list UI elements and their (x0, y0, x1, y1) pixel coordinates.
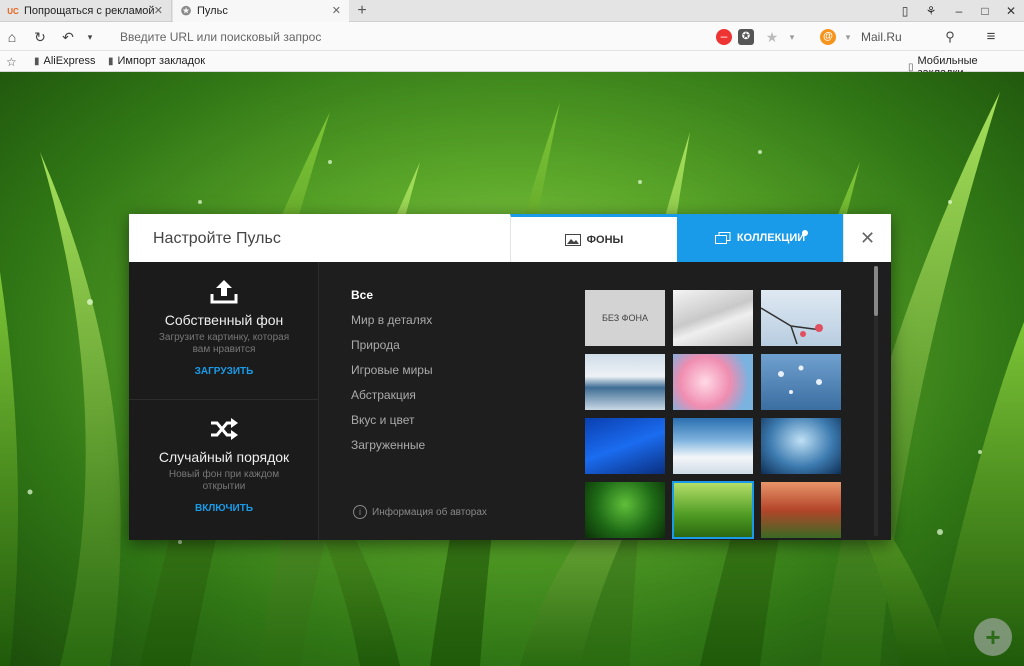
bookmark-import[interactable]: ▮ Импорт закладок (108, 55, 205, 67)
upload-icon (210, 280, 238, 304)
star-icon: ✪ (180, 4, 192, 18)
thumb-grass[interactable] (672, 481, 754, 539)
minimize-button[interactable]: – (950, 2, 968, 20)
tab-puls[interactable]: ✪ Пульс ✕ (173, 0, 349, 22)
chevron-down-icon[interactable]: ▾ (80, 27, 100, 47)
thumb-mountains[interactable] (585, 354, 665, 410)
left-panel: Собственный фон Загрузите картинку, кото… (129, 262, 319, 540)
home-icon[interactable]: ⌂ (2, 27, 22, 47)
info-icon: i (353, 505, 367, 519)
close-icon[interactable]: ✕ (154, 4, 163, 17)
extension-icon[interactable]: ⚘ (922, 2, 940, 20)
own-background-title: Собственный фон (164, 312, 284, 328)
category-item[interactable]: Абстракция (351, 388, 433, 413)
search-engine-icon[interactable]: @ (820, 29, 836, 45)
thumb-sakura[interactable] (673, 354, 753, 410)
branch-art (761, 307, 823, 345)
thumb-sunset-forest[interactable] (761, 482, 841, 538)
thumb-white-waves[interactable] (673, 290, 753, 346)
close-button[interactable]: ✕ (843, 214, 891, 262)
phone-icon: ▯ (908, 61, 914, 73)
tab-label: КОЛЛЕКЦИИ (736, 232, 806, 244)
thumb-no-background[interactable]: БЕЗ ФОНА (585, 290, 665, 346)
category-item[interactable]: Вкус и цвет (351, 413, 433, 438)
thumb-petals[interactable] (761, 354, 841, 410)
close-icon[interactable]: ✕ (332, 4, 341, 17)
bookmark-aliexpress[interactable]: ▮ AliExpress (34, 55, 95, 67)
upload-link[interactable]: ЗАГРУЗИТЬ (129, 366, 319, 377)
adblock-icon[interactable]: – (716, 29, 732, 45)
menu-icon[interactable]: ≡ (981, 27, 1001, 47)
category-item[interactable]: Загруженные (351, 438, 433, 463)
bookmark-label: Импорт закладок (117, 55, 206, 67)
chevron-down-icon[interactable]: ▾ (840, 29, 856, 45)
thumb-snowy-branch[interactable] (761, 290, 841, 346)
dialog-title: Настройте Пульс (153, 230, 281, 247)
puls-settings-dialog: Настройте Пульс ФОНЫ КОЛЛЕКЦИИ ✕ Собстве… (129, 214, 891, 540)
tab-title: Пульс (197, 5, 228, 17)
puls-icon[interactable]: ✪ (738, 29, 754, 45)
own-background-description: Загрузите картинку, которая вам нравится (158, 332, 290, 355)
thumb-blue-abstract[interactable] (585, 418, 665, 474)
thumb-snow-slope[interactable] (673, 418, 753, 474)
image-icon (564, 233, 581, 246)
uc-icon: UC (7, 6, 19, 16)
tab-bar: UC Попрощаться с рекламой ✕ ✪ Пульс ✕ + … (0, 0, 1024, 22)
scrollbar-thumb[interactable] (874, 266, 878, 316)
thumb-clover[interactable] (585, 482, 665, 538)
chevron-down-icon[interactable]: ▾ (784, 29, 800, 45)
url-input[interactable] (120, 27, 700, 47)
random-order-title: Случайный порядок (158, 449, 290, 465)
page-icon: ▮ (34, 55, 40, 67)
page-icon: ▮ (108, 55, 114, 67)
category-item[interactable]: Игровые миры (351, 363, 433, 388)
new-tab-button[interactable]: + (353, 2, 371, 20)
address-bar: ⌂ ↻ ↶ ▾ – ✪ ★ ▾ @ ▾ Mail.Ru ⚲ ≡ (0, 22, 1024, 51)
category-item[interactable]: Мир в деталях (351, 313, 433, 338)
random-order-block: Случайный порядок Новый фон при каждом о… (129, 401, 319, 540)
back-icon[interactable]: ↶ (58, 27, 78, 47)
tab-backgrounds[interactable]: ФОНЫ (510, 214, 677, 262)
tablet-mode-icon[interactable]: ▯ (896, 2, 914, 20)
author-info-link[interactable]: i Информация об авторах (353, 505, 487, 519)
bookmark-star-icon[interactable]: ★ (764, 29, 780, 45)
bookmarks-bar: ☆ ▮ AliExpress ▮ Импорт закладок ▯ Мобил… (0, 51, 1024, 79)
bookmark-label: AliExpress (43, 55, 96, 67)
own-background-block: Собственный фон Загрузите картинку, кото… (129, 262, 319, 400)
category-item[interactable]: Все (351, 288, 433, 313)
category-item[interactable]: Природа (351, 338, 433, 363)
reload-icon[interactable]: ↻ (30, 27, 50, 47)
maximize-button[interactable]: □ (976, 2, 994, 20)
bookmark-star-icon[interactable]: ☆ (6, 55, 21, 69)
thumb-ice-cave[interactable] (761, 418, 841, 474)
random-order-description: Новый фон при каждом открытии (168, 469, 280, 492)
search-icon[interactable]: ⚲ (940, 27, 960, 47)
shuffle-icon (211, 418, 238, 440)
search-engine-label: Mail.Ru (861, 30, 902, 44)
collections-icon (714, 232, 731, 244)
tab-collections[interactable]: КОЛЛЕКЦИИ (677, 214, 843, 262)
enable-link[interactable]: ВКЛЮЧИТЬ (129, 503, 319, 514)
close-window-button[interactable]: ✕ (1002, 2, 1020, 20)
tab-title: Попрощаться с рекламой (24, 5, 155, 17)
add-button[interactable]: + (974, 618, 1012, 656)
tab-label: ФОНЫ (586, 233, 624, 246)
new-badge-dot (802, 230, 808, 236)
no-background-label: БЕЗ ФОНА (602, 313, 648, 323)
category-list: Все Мир в деталях Природа Игровые миры А… (351, 288, 433, 463)
background-thumbnails: БЕЗ ФОНА (585, 290, 845, 540)
author-info-label: Информация об авторах (372, 506, 487, 518)
tab-advertising[interactable]: UC Попрощаться с рекламой ✕ (0, 0, 172, 22)
petals-art (778, 365, 822, 394)
